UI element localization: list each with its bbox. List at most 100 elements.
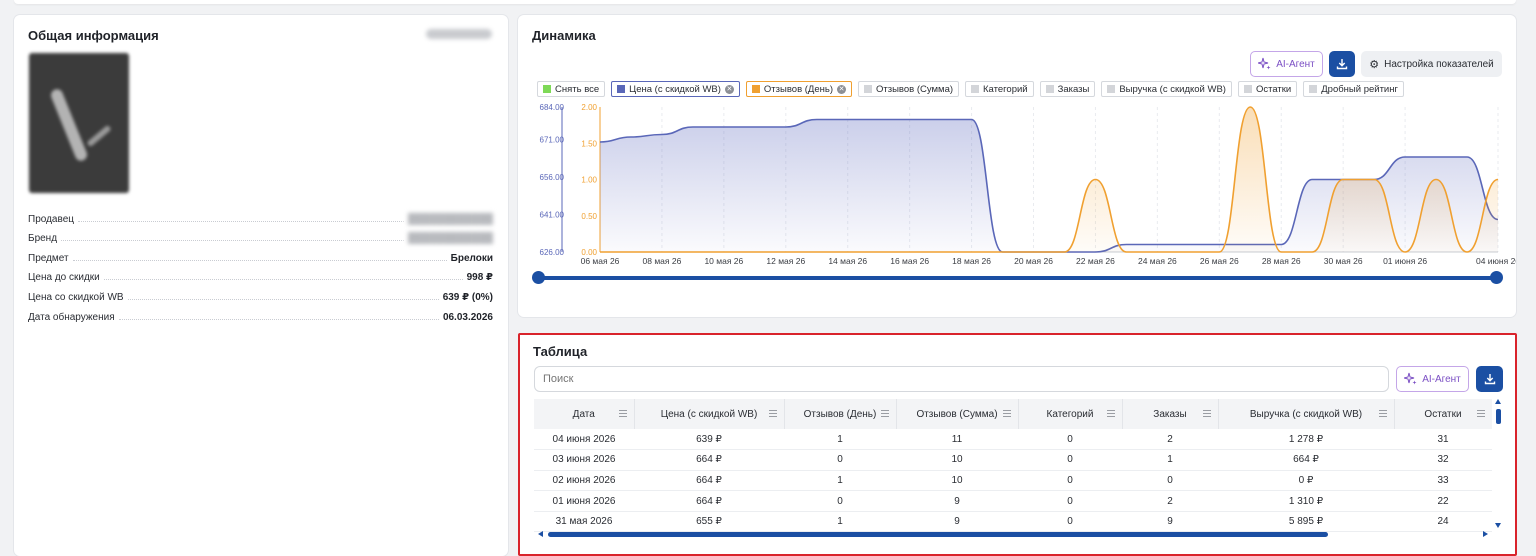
metric-chip-label: Отзывов (Сумма)	[876, 83, 954, 95]
info-label: Бренд	[28, 233, 62, 245]
column-header-label: Цена (с скидкой WB)	[660, 408, 758, 420]
settings-label: Настройка показателей	[1384, 58, 1494, 70]
info-row: Бренд ████████████	[28, 225, 493, 245]
range-slider-end-handle[interactable]	[1490, 271, 1503, 284]
download-table-button[interactable]	[1476, 366, 1503, 392]
table-cell: 0 ₽	[1218, 470, 1394, 492]
vertical-scroll-thumb[interactable]	[1496, 409, 1501, 424]
column-menu-icon[interactable]	[1106, 410, 1115, 419]
table-row[interactable]: 03 июня 2026 664 ₽0 10 0 1 664 ₽32	[534, 449, 1492, 471]
x-tick-label: 08 мая 26	[643, 256, 682, 266]
y-right-tick-label: 1.00	[581, 176, 597, 185]
column-header-label: Заказы	[1153, 408, 1187, 420]
column-header[interactable]: Дата	[534, 399, 635, 429]
metric-chip[interactable]: Дробный рейтинг	[1303, 81, 1404, 97]
x-tick-label: 20 мая 26	[1014, 256, 1053, 266]
search-input[interactable]	[534, 366, 1389, 392]
info-label: Цена до скидки	[28, 272, 104, 284]
column-header[interactable]: Отзывов (День)	[784, 399, 897, 429]
metric-chip[interactable]: Заказы	[1039, 81, 1096, 97]
table-cell: 04 июня 2026	[534, 429, 634, 451]
metric-chip-label: Снять все	[555, 83, 600, 95]
column-header[interactable]: Выручка (с скидкой WB)	[1218, 399, 1395, 429]
table-cell: 0	[784, 449, 896, 471]
ai-agent-button[interactable]: AI-Агент	[1250, 51, 1323, 77]
range-slider-start-handle[interactable]	[532, 271, 545, 284]
column-menu-icon[interactable]	[1476, 410, 1485, 419]
color-swatch	[1107, 85, 1116, 93]
metric-chip[interactable]: Выручка (с скидкой WB)	[1101, 81, 1232, 97]
y-right-tick-label: 0.00	[581, 248, 597, 257]
column-header[interactable]: Заказы	[1122, 399, 1219, 429]
column-header[interactable]: Цена (с скидкой WB)	[634, 399, 785, 429]
info-value-blurred: ████████████	[403, 213, 493, 225]
metric-chip-label: Выручка (с скидкой WB)	[1119, 83, 1226, 95]
blurred-article-id	[426, 29, 492, 39]
table-row[interactable]: 04 июня 2026 639 ₽1 11 0 2 1 278 ₽31	[534, 429, 1492, 451]
y-right-tick-label: 0.50	[581, 212, 597, 221]
table-cell: 32	[1394, 449, 1492, 471]
table-cell: 2	[1122, 429, 1218, 451]
metric-chip-label: Заказы	[1057, 83, 1090, 95]
range-slider-track[interactable]	[538, 276, 1496, 280]
table-body: 04 июня 2026 639 ₽1 11 0 2 1 278 ₽31 03 июня 2…	[534, 429, 1492, 533]
close-icon[interactable]: ✕	[724, 84, 734, 94]
metric-chip[interactable]: Отзывов (День) ✕	[745, 81, 852, 97]
download-chart-button[interactable]	[1329, 51, 1355, 77]
table-title: Таблица	[533, 344, 588, 359]
horizontal-scrollbar[interactable]	[538, 531, 1488, 537]
metric-chip[interactable]: Отзывов (Сумма)	[858, 81, 960, 97]
column-header[interactable]: Остатки	[1394, 399, 1492, 429]
table-row[interactable]: 31 мая 2026 655 ₽1 9 0 9 5 895 ₽24	[534, 511, 1492, 533]
metric-chip[interactable]: Цена (с скидкой WB) ✕	[611, 81, 740, 97]
metric-chip[interactable]: Снять все	[537, 81, 606, 97]
table-cell: 664 ₽	[634, 470, 784, 492]
horizontal-scroll-thumb[interactable]	[548, 532, 1328, 537]
color-swatch	[751, 85, 760, 93]
table-row[interactable]: 02 июня 2026 664 ₽1 10 0 0 0 ₽33	[534, 470, 1492, 492]
table-cell: 31	[1394, 429, 1492, 451]
y-left-tick-label: 641.00	[540, 211, 565, 220]
info-value: Брелоки	[446, 252, 493, 264]
column-menu-icon[interactable]	[1378, 410, 1387, 419]
metric-chip-label: Дробный рейтинг	[1321, 83, 1398, 95]
close-icon[interactable]: ✕	[837, 84, 846, 94]
table-cell: 664 ₽	[634, 449, 784, 471]
table-cell: 1	[784, 511, 896, 533]
table-cell: 9	[1122, 511, 1218, 533]
table-cell: 664 ₽	[634, 490, 784, 512]
info-row: Продавец ████████████	[28, 205, 493, 225]
metric-chip-label: Категорий	[983, 83, 1028, 95]
table-cell: 24	[1394, 511, 1492, 533]
info-row: Дата обнаружения 06.03.2026	[28, 303, 493, 323]
table-cell: 0	[1018, 511, 1122, 533]
info-label: Дата обнаружения	[28, 311, 119, 323]
table-cell: 0	[784, 490, 896, 512]
table-card: Таблица AI-Агент Дата Цена (с скидкой WB)…	[518, 333, 1517, 556]
vertical-scrollbar[interactable]	[1495, 399, 1501, 530]
metric-chip[interactable]: Категорий	[965, 81, 1034, 97]
column-menu-icon[interactable]	[1002, 410, 1011, 419]
table-cell: 0	[1018, 429, 1122, 451]
info-label: Продавец	[28, 213, 78, 225]
metric-chip[interactable]: Остатки	[1237, 81, 1298, 97]
column-menu-icon[interactable]	[1202, 410, 1211, 419]
column-header[interactable]: Категорий	[1018, 399, 1123, 429]
scroll-down-icon[interactable]	[1495, 523, 1501, 528]
table-cell: 31 мая 2026	[534, 511, 634, 533]
scroll-left-icon[interactable]	[538, 531, 543, 537]
column-menu-icon[interactable]	[618, 410, 627, 419]
column-header-label: Отзывов (Сумма)	[916, 408, 998, 420]
column-header[interactable]: Отзывов (Сумма)	[896, 399, 1019, 429]
table-row[interactable]: 01 июня 2026 664 ₽0 9 0 2 1 310 ₽22	[534, 490, 1492, 512]
x-tick-label: 04 июня 26	[1476, 256, 1516, 266]
color-swatch	[617, 85, 626, 93]
x-tick-label: 18 мая 26	[952, 256, 991, 266]
column-menu-icon[interactable]	[768, 410, 777, 419]
metrics-settings-button[interactable]: ⚙ Настройка показателей	[1361, 51, 1502, 77]
column-menu-icon[interactable]	[880, 410, 889, 419]
table-ai-agent-button[interactable]: AI-Агент	[1396, 366, 1469, 392]
product-image[interactable]	[29, 53, 129, 193]
scroll-up-icon[interactable]	[1495, 399, 1501, 404]
scroll-right-icon[interactable]	[1483, 531, 1488, 537]
